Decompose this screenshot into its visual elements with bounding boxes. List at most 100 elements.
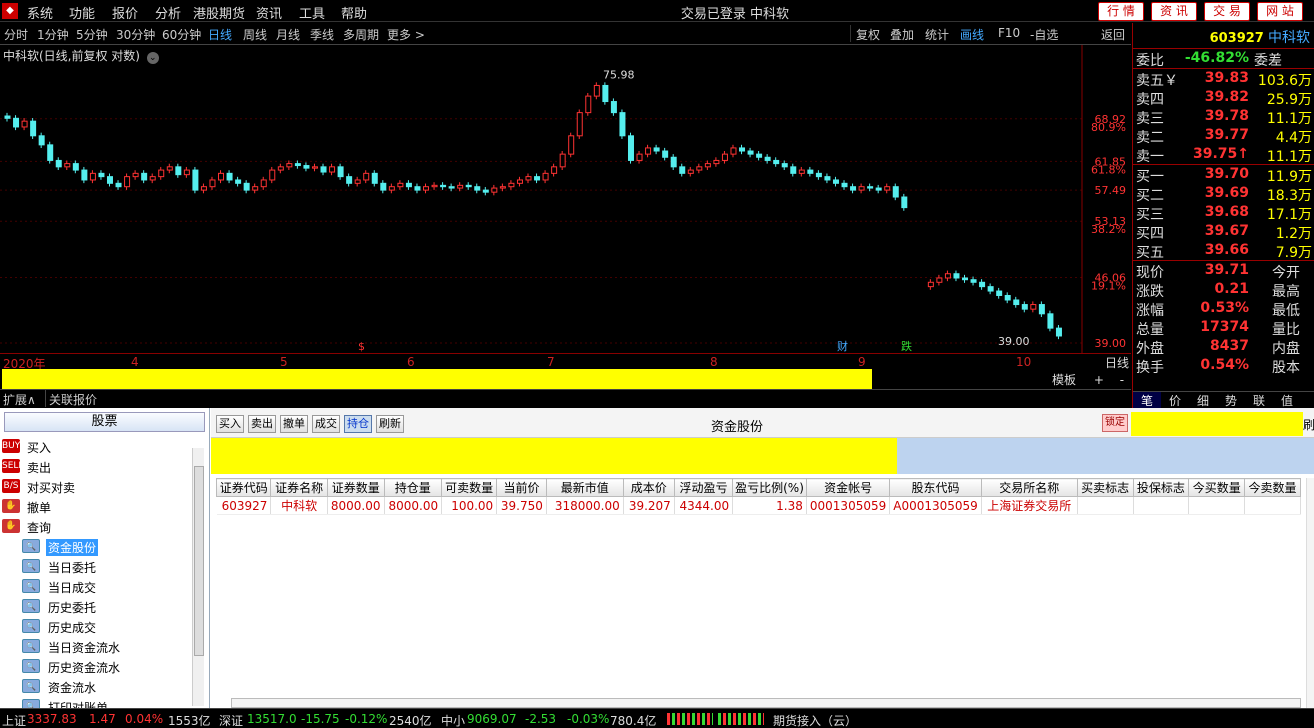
nav-subitem[interactable]: 🔍 资金股份 <box>0 536 209 556</box>
tab-linked[interactable]: 联 <box>1245 392 1273 409</box>
period-1min[interactable]: 1分钟 <box>37 26 69 43</box>
horizontal-scrollbar[interactable] <box>231 698 1301 708</box>
nav-item[interactable]: BUY 买入 <box>0 436 209 456</box>
column-header[interactable]: 今买数量 <box>1188 478 1246 497</box>
zoom-out-button[interactable]: - <box>1120 373 1124 387</box>
tab-trend[interactable]: 势 <box>1217 392 1245 409</box>
menu-help[interactable]: 帮助 <box>341 3 367 22</box>
menu-function[interactable]: 功能 <box>69 3 95 22</box>
menu-system[interactable]: 系统 <box>27 3 53 22</box>
futures-status[interactable]: 期货接入（云） <box>773 712 857 728</box>
cancel-order-button[interactable]: 撤单 <box>280 415 308 433</box>
column-header[interactable]: 今卖数量 <box>1244 478 1301 497</box>
menu-hk-futures[interactable]: 港股期货 <box>193 3 245 22</box>
nav-item[interactable]: SELL 卖出 <box>0 456 209 476</box>
column-header[interactable]: 资金帐号 <box>805 478 891 497</box>
expand-button[interactable]: 扩展∧ <box>3 391 36 408</box>
candle <box>21 120 28 128</box>
column-header[interactable]: 浮动盈亏 <box>673 478 734 497</box>
column-header[interactable]: 成本价 <box>622 478 675 497</box>
nav-subitem[interactable]: 🔍 历史成交 <box>0 616 209 636</box>
period-more[interactable]: 更多 > <box>387 26 425 43</box>
lock-button[interactable]: 锁定 <box>1102 414 1128 432</box>
template-button[interactable]: 模板 <box>1052 373 1076 387</box>
chevron-down-icon[interactable]: ⌄ <box>146 52 159 64</box>
nav-subitem[interactable]: 🔍 当日资金流水 <box>0 636 209 656</box>
table-row[interactable]: 603927 中科软 8000.00 8000.00 100.00 39.750 31800… <box>216 496 1301 515</box>
stat-label: 总量 <box>1136 322 1164 338</box>
related-quote-button[interactable]: 关联报价 <box>49 391 97 408</box>
nav-item[interactable]: ✋ 撤单 <box>0 496 209 516</box>
nav-subitem[interactable]: 🔍 当日成交 <box>0 576 209 596</box>
sz-value: 13517.0 <box>247 712 297 726</box>
trade-button[interactable]: 交 易 <box>1204 2 1250 21</box>
period-quarterly[interactable]: 季线 <box>310 26 334 43</box>
candle <box>81 169 88 181</box>
nav-scrollbar[interactable] <box>192 448 204 706</box>
column-header[interactable]: 证券数量 <box>326 478 385 497</box>
period-daily[interactable]: 日线 <box>208 26 232 43</box>
table-cell <box>1244 496 1301 515</box>
tool-draw-line[interactable]: 画线 <box>960 26 984 43</box>
candle <box>764 156 771 161</box>
tool-statistics[interactable]: 统计 <box>925 26 949 43</box>
candle <box>1038 304 1045 315</box>
period-multi[interactable]: 多周期 <box>343 26 379 43</box>
column-header[interactable]: 买卖标志 <box>1076 478 1134 497</box>
vertical-scrollbar[interactable] <box>1306 478 1314 708</box>
quote-button[interactable]: 行 情 <box>1098 2 1144 21</box>
scroll-thumb[interactable] <box>194 466 204 656</box>
template-controls: 模板 + - <box>1052 371 1124 388</box>
candle <box>440 184 447 188</box>
nav-item[interactable]: ✋ 查询 <box>0 516 209 536</box>
column-header[interactable]: 当前价 <box>496 478 547 497</box>
tab-tick[interactable]: 笔 <box>1133 392 1161 409</box>
nav-subitem[interactable]: 🔍 历史资金流水 <box>0 656 209 676</box>
candle <box>1004 294 1011 301</box>
candle <box>423 186 430 191</box>
column-header[interactable]: 证券代码 <box>215 478 272 497</box>
period-tick[interactable]: 分时 <box>4 26 28 43</box>
refresh-button[interactable]: 刷新 <box>376 415 404 433</box>
tool-remove-favorite[interactable]: -自选 <box>1030 26 1058 43</box>
bid-label: 买二 <box>1136 188 1164 204</box>
column-header[interactable]: 交易所名称 <box>980 478 1078 497</box>
nav-item-label: 查询 <box>27 521 52 535</box>
column-header[interactable]: 可卖数量 <box>441 478 498 497</box>
period-5min[interactable]: 5分钟 <box>76 26 108 43</box>
nav-subitem[interactable]: 🔍 资金流水 <box>0 676 209 696</box>
candlestick-chart[interactable]: 68.9261.8557.4953.1346.0639.0080.9%61.8%… <box>0 45 1131 353</box>
menu-analysis[interactable]: 分析 <box>155 3 181 22</box>
menu-quote[interactable]: 报价 <box>112 3 138 22</box>
period-monthly[interactable]: 月线 <box>276 26 300 43</box>
news-button[interactable]: 资 讯 <box>1151 2 1197 21</box>
website-button[interactable]: 网 站 <box>1257 2 1303 21</box>
column-header[interactable]: 最新市值 <box>545 478 624 497</box>
nav-item[interactable]: B/S 对买对卖 <box>0 476 209 496</box>
tool-restore-rights[interactable]: 复权 <box>856 26 880 43</box>
period-weekly[interactable]: 周线 <box>243 26 267 43</box>
positions-button[interactable]: 持仓 <box>344 415 372 433</box>
period-30min[interactable]: 30分钟 <box>116 26 155 43</box>
tool-back[interactable]: 返回 <box>1101 26 1125 43</box>
tool-f10[interactable]: F10 <box>998 26 1020 40</box>
sell-button[interactable]: 卖出 <box>248 415 276 433</box>
nav-subitem[interactable]: 🔍 当日委托 <box>0 556 209 576</box>
column-header[interactable]: 持仓量 <box>383 478 443 497</box>
column-header[interactable]: 证券名称 <box>270 478 328 497</box>
tab-detail[interactable]: 细 <box>1189 392 1217 409</box>
buy-button[interactable]: 买入 <box>216 415 244 433</box>
column-header[interactable]: 投保标志 <box>1132 478 1190 497</box>
zoom-in-button[interactable]: + <box>1094 373 1104 387</box>
menu-tools[interactable]: 工具 <box>299 3 325 22</box>
nav-subitem-label: 历史资金流水 <box>48 661 121 675</box>
tool-overlay[interactable]: 叠加 <box>890 26 914 43</box>
tab-price[interactable]: 价 <box>1161 392 1189 409</box>
deals-button[interactable]: 成交 <box>312 415 340 433</box>
column-header[interactable]: 盈亏比例(%) <box>732 478 807 497</box>
nav-subitem[interactable]: 🔍 历史委托 <box>0 596 209 616</box>
tab-value[interactable]: 值 <box>1273 392 1301 409</box>
column-header[interactable]: 股东代码 <box>889 478 982 497</box>
menu-news[interactable]: 资讯 <box>256 3 282 22</box>
period-60min[interactable]: 60分钟 <box>162 26 201 43</box>
